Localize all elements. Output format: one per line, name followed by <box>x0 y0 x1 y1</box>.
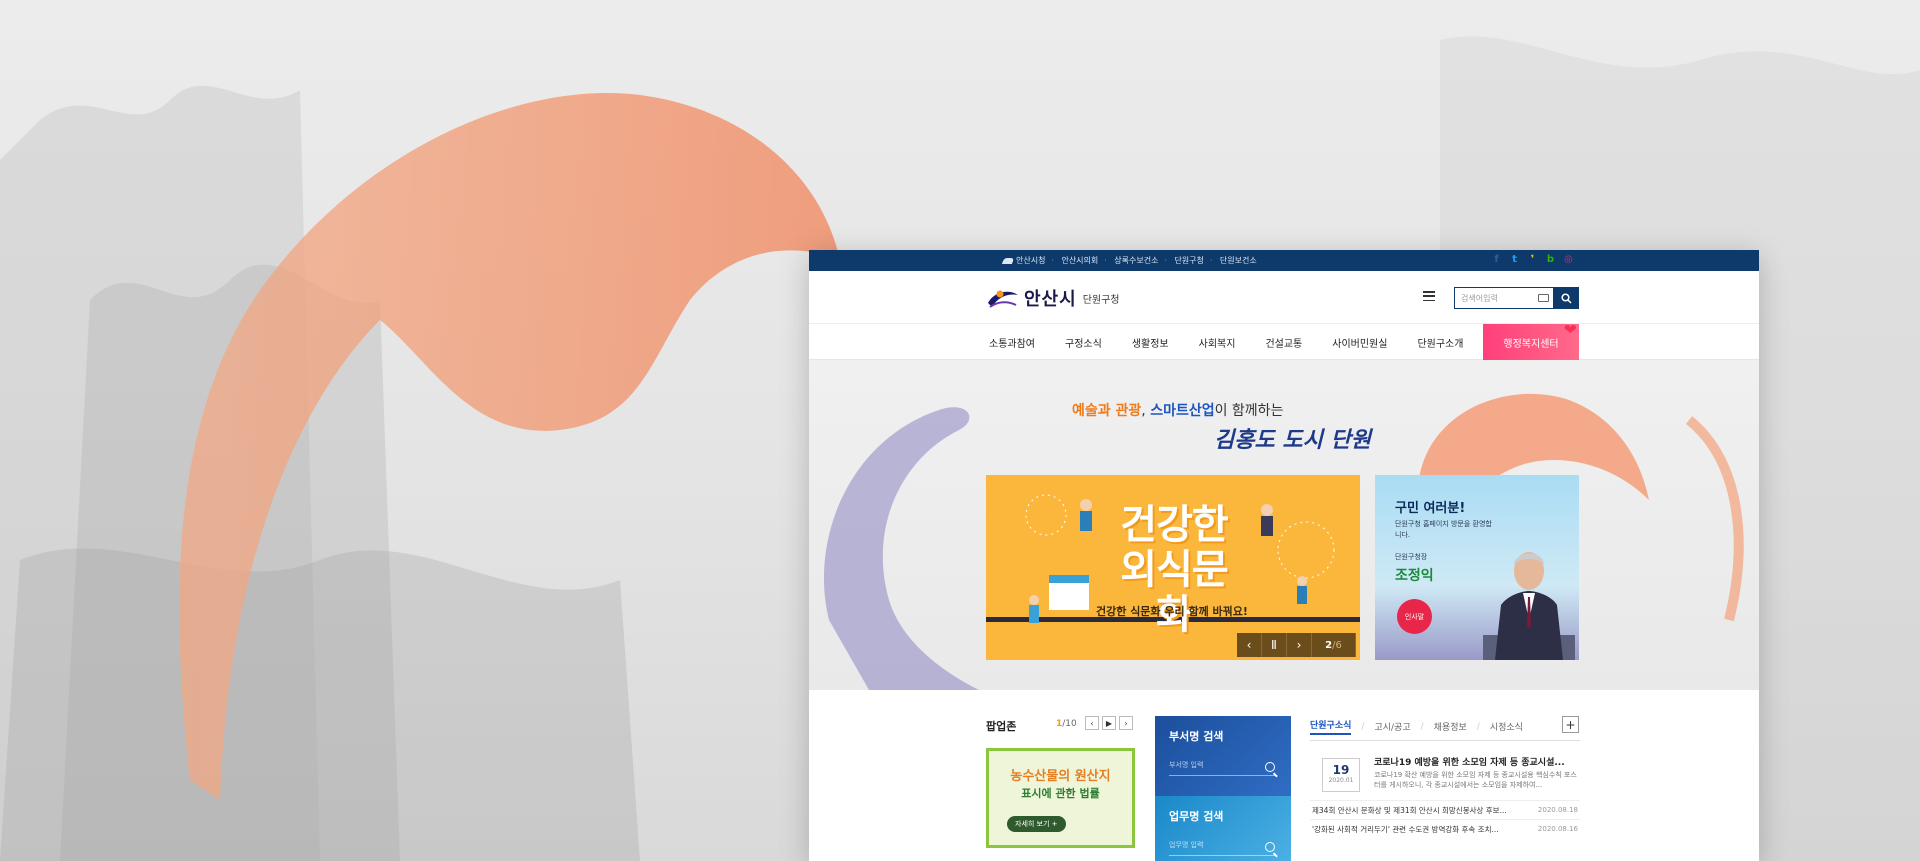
website-mockup: 안산시청 안산시의회 상록수보건소 단원구청 단원보건소 ft ❜ b ◎ 안산시 단… <box>809 250 1759 861</box>
news-list: 제34회 안산시 문화상 및 제31회 안산시 희망신봉사상 후보... 2020… <box>1310 800 1580 838</box>
mayor-name: 조정익 <box>1395 568 1434 584</box>
link-danwon-health[interactable]: 단원보건소 <box>1210 255 1265 266</box>
news-date-box: 19 2020.01 <box>1322 758 1360 792</box>
content-section: 팝업존 1/10 ‹ ▶ › 농수산물의 원산지 표시에 관한 법률 자세히 보… <box>809 690 1759 861</box>
main-navigation: 소통과참여 구정소식 생활정보 사회복지 건설교통 사이버민원실 단원구소개 행… <box>809 320 1759 361</box>
hero-slogan-line1: 예술과 관광, 스마트산업이 함께하는 <box>1072 403 1284 419</box>
mayor-portrait <box>1483 552 1575 660</box>
list-item[interactable]: '강화된 사회적 거리두기' 관련 수도권 방역강화 후속 조치... 2020.… <box>1310 819 1580 838</box>
pause-icon[interactable]: Ⅱ <box>1262 633 1287 657</box>
logo-office-name: 단원구청 <box>1082 294 1120 306</box>
news-tabs: 단원구소식 / 고시/공고 / 채용정보 / 시정소식 <box>1310 718 1580 735</box>
featured-news-desc: 코로나19 확산 예방을 위한 소모임 자제 등 종교시설용 핵심수칙 포스터를… <box>1374 771 1577 789</box>
department-search-panel: 부서명 검색 부서명 입력 <box>1155 716 1291 796</box>
nav-construction[interactable]: 건설교통 <box>1265 335 1302 350</box>
top-utility-bar: 안산시청 안산시의회 상록수보건소 단원구청 단원보건소 ft ❜ b ◎ <box>809 250 1759 271</box>
nav-cyber-civil[interactable]: 사이버민원실 <box>1332 335 1387 350</box>
popup-zone-heading: 팝업존 <box>986 720 1017 733</box>
tab-notices[interactable]: 고시/공고 <box>1374 720 1410 733</box>
department-search-input[interactable]: 부서명 입력 <box>1169 760 1277 776</box>
chevron-right-icon[interactable]: › <box>1119 716 1133 730</box>
sns-links: f t ❜ b ◎ <box>1491 253 1574 266</box>
mayor-greeting-card[interactable]: 구민 여러분! 단원구청 홈페이지 방문을 환영합니다. 단원구청장 조정익 인… <box>1375 475 1579 660</box>
slide-counter: 2/6 <box>1312 633 1356 657</box>
featured-news-title: 코로나19 예방을 위한 소모임 자제 등 종교시설... <box>1374 758 1565 768</box>
news-more-plus-icon[interactable]: + <box>1562 716 1579 733</box>
banner-slide-controls: ‹ Ⅱ › 2/6 <box>1237 633 1356 657</box>
popup-page-counter: 1/10 <box>1056 719 1077 729</box>
family-site-links: 안산시청 안산시의회 상록수보건소 단원구청 단원보건소 <box>995 250 1265 271</box>
twitter-icon[interactable]: t <box>1509 253 1520 266</box>
task-search-input[interactable]: 업무명 입력 <box>1169 840 1277 856</box>
popup-title-line2: 표시에 관한 법률 <box>1021 787 1100 800</box>
search-icon[interactable] <box>1265 762 1275 772</box>
greeting-button[interactable]: 인사말 <box>1397 599 1432 634</box>
link-ansan-city[interactable]: 안산시청 <box>995 255 1053 266</box>
popup-title-line1: 농수산물의 원산지 <box>1010 769 1111 784</box>
banner-subtitle: 건강한 식문화 우리 함께 바꿔요! <box>1096 605 1248 618</box>
chevron-left-icon[interactable]: ‹ <box>1237 633 1262 657</box>
site-logo[interactable]: 안산시 단원구청 <box>986 285 1120 311</box>
nav-district-news[interactable]: 구정소식 <box>1065 335 1102 350</box>
popup-controls: ‹ ▶ › <box>1085 716 1133 730</box>
play-icon[interactable]: ▶ <box>1102 716 1116 730</box>
link-sangnoksu-health[interactable]: 상록수보건소 <box>1104 255 1166 266</box>
search-icon[interactable] <box>1265 842 1275 852</box>
nav-life-info[interactable]: 생활정보 <box>1132 335 1169 350</box>
mayor-role: 단원구청장 <box>1395 553 1428 561</box>
tab-recruitment[interactable]: 채용정보 <box>1434 720 1467 733</box>
virtual-keyboard-icon[interactable] <box>1538 294 1549 302</box>
blog-icon[interactable]: b <box>1545 253 1556 266</box>
popup-banner[interactable]: 농수산물의 원산지 표시에 관한 법률 자세히 보기 + <box>986 748 1135 848</box>
nav-welfare[interactable]: 사회복지 <box>1199 335 1236 350</box>
popup-more-button[interactable]: 자세히 보기 + <box>1007 816 1066 832</box>
tab-district-news[interactable]: 단원구소식 <box>1310 718 1352 735</box>
ansan-logo-icon <box>988 290 1018 308</box>
search-placeholder: 검색어입력 <box>1461 293 1498 303</box>
logo-city-name: 안산시 <box>1024 289 1077 310</box>
search-button[interactable] <box>1554 287 1579 309</box>
nav-about[interactable]: 단원구소개 <box>1417 335 1463 350</box>
chevron-right-icon[interactable]: › <box>1287 633 1312 657</box>
search-input[interactable]: 검색어입력 <box>1454 287 1554 309</box>
quick-search-panels: 부서명 검색 부서명 입력 업무명 검색 업무명 입력 <box>1155 716 1291 861</box>
task-search-panel: 업무명 검색 업무명 입력 <box>1155 796 1291 861</box>
welfare-center-button[interactable]: 행정복지센터 ❤ <box>1483 320 1579 361</box>
hero-section: 예술과 관광, 스마트산업이 함께하는 김홍도 도시 단원 건강한 외식문화 건… <box>809 360 1759 690</box>
department-search-label: 부서명 검색 <box>1169 730 1224 743</box>
list-item[interactable]: 제34회 안산시 문화상 및 제31회 안산시 희망신봉사상 후보... 2020… <box>1310 800 1580 819</box>
facebook-icon[interactable]: f <box>1491 253 1502 266</box>
search-icon <box>1561 292 1572 304</box>
chevron-left-icon[interactable]: ‹ <box>1085 716 1099 730</box>
link-city-council[interactable]: 안산시의회 <box>1051 255 1106 266</box>
hero-slogan-line2: 김홍도 도시 단원 <box>1214 427 1371 453</box>
link-danwon-office[interactable]: 단원구청 <box>1164 255 1211 266</box>
featured-news-item[interactable]: 19 2020.01 코로나19 예방을 위한 소모임 자제 등 종교시설...… <box>1310 750 1580 800</box>
site-header: 안산시 단원구청 검색어입력 <box>809 271 1759 324</box>
welfare-center-label: 행정복지센터 <box>1503 339 1559 350</box>
task-search-label: 업무명 검색 <box>1169 810 1224 823</box>
tab-city-news[interactable]: 시정소식 <box>1490 720 1523 733</box>
instagram-icon[interactable]: ◎ <box>1563 253 1574 266</box>
nav-participation[interactable]: 소통과참여 <box>989 335 1035 350</box>
ansan-logo-mini-icon <box>1001 257 1015 264</box>
heart-icon: ❤ <box>1563 320 1577 339</box>
mayor-greeting: 구민 여러분! <box>1395 501 1466 516</box>
kakao-story-icon[interactable]: ❜ <box>1527 253 1538 266</box>
main-visual-banner[interactable]: 건강한 외식문화 건강한 식문화 우리 함께 바꿔요! ‹ Ⅱ › 2/6 <box>986 475 1360 660</box>
mayor-message: 단원구청 홈페이지 방문을 환영합니다. <box>1395 520 1492 539</box>
all-menu-button[interactable] <box>1423 291 1435 301</box>
